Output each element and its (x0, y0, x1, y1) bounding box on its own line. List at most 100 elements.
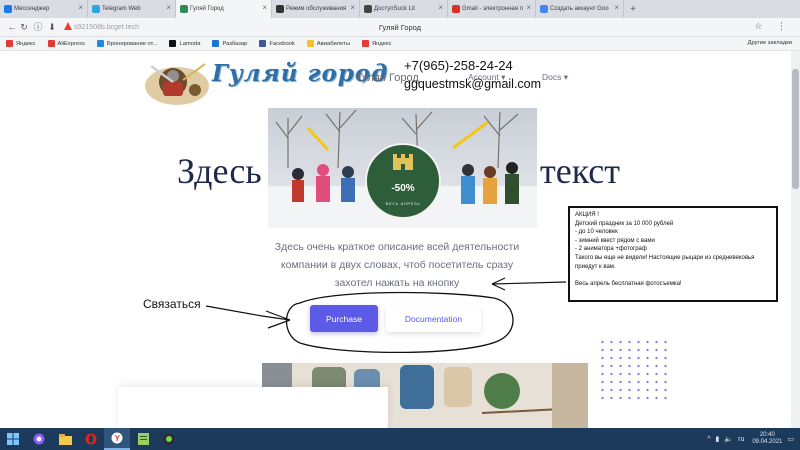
bookmark-favicon-icon (47, 40, 55, 47)
email-address: ggquestmsk@gmail.com (404, 77, 542, 91)
bookmark-favicon-icon (169, 40, 177, 47)
promo-line: Детский праздник за 10 000 рублей (575, 220, 674, 227)
tab-favicon-icon (364, 5, 372, 13)
notifications-icon[interactable]: ▭ (787, 435, 794, 443)
file-explorer-icon[interactable] (52, 428, 78, 450)
bookmark-label: Яндекс (16, 40, 36, 47)
tray-chevron-icon[interactable]: ^ (707, 436, 710, 443)
promo-line: Такого вы еще не видели! Настоящие рыцар… (575, 254, 755, 270)
bookmark-item[interactable]: Авиабилеты (306, 40, 350, 47)
tab-label: ДоступSuck Lit (374, 6, 415, 12)
purchase-button[interactable]: Purchase (310, 305, 378, 332)
bookmark-label: Яндекс (372, 40, 392, 47)
bookmark-label: AliExpress (57, 40, 85, 47)
promo-line: Весь апрель бесплатная фотосъемка! (575, 280, 682, 287)
new-tab-icon[interactable]: + (624, 0, 642, 18)
contact-annotation: Связаться (143, 297, 201, 311)
promo-box: АКЦИЯ ! Детский праздник за 10 000 рубле… (568, 206, 778, 302)
nav-docs[interactable]: Docs ▾ (542, 72, 568, 83)
windows-start-icon[interactable] (0, 428, 26, 450)
bookmark-label: Lamoda (179, 40, 201, 47)
address-bar: ← ↻ ⓘ ⬇ s921508b.bcget.tech Гуляй Город … (0, 18, 800, 37)
bookmark-item[interactable]: Facebook (259, 40, 295, 47)
bookmark-label: Разбазар (222, 40, 248, 47)
tab-label: Telegram Web (102, 6, 141, 12)
browser-tab[interactable]: Мессенджер × (0, 0, 88, 18)
browser-tab[interactable]: ДоступSuck Lit × (360, 0, 448, 18)
network-icon[interactable]: ▮ (716, 435, 720, 443)
bookmark-label: Facebook (269, 40, 295, 47)
tab-label: Режим обслуживания (286, 6, 347, 12)
opera-browser-icon[interactable] (78, 428, 104, 450)
bookmark-favicon-icon (96, 40, 104, 47)
language-indicator[interactable]: ru (738, 436, 744, 443)
yandex-browser-icon[interactable]: Y (104, 428, 130, 450)
discount-badge-subtitle: ВЕСЬ АПРЕЛЬ (385, 201, 421, 206)
promo-line (575, 271, 771, 280)
promo-line: - зимний квест рядом с вами (575, 237, 655, 244)
scrollbar-thumb[interactable] (792, 69, 799, 189)
hero-photo: -50% ВЕСЬ АПРЕЛЬ (268, 108, 537, 228)
browser-tab[interactable]: Режим обслуживания × (272, 0, 360, 18)
clock[interactable]: 20:40 09.04.2021 (752, 432, 782, 446)
bookmark-favicon-icon (362, 40, 369, 47)
browser-tab[interactable]: Создать аккаунт Goo × (536, 0, 624, 18)
tab-favicon-icon (180, 5, 188, 13)
other-bookmarks[interactable]: Другие закладки (748, 40, 792, 46)
tab-close-icon[interactable]: × (438, 3, 443, 12)
clock-time: 20:40 (759, 432, 775, 438)
bookmarks-bar: Яндекс AliExpress Бронирование от... Lamoda… (0, 37, 800, 51)
overlay-card (118, 387, 388, 431)
tab-label: Мессенджер (14, 6, 50, 12)
hero-description: Здесь очень краткое описание всей деятел… (274, 241, 520, 289)
hero-title-left: Здесь (177, 151, 262, 191)
tab-favicon-icon (4, 5, 12, 13)
bookmark-item[interactable]: Яндекс (6, 40, 36, 47)
tab-label: Gmail - электронная п (462, 6, 524, 12)
windows-taskbar: Y ^ ▮ 🔈 ru 20:40 09.04.2021 ▭ (0, 428, 800, 450)
svg-text:Y: Y (115, 434, 121, 443)
decorative-dot-grid (598, 338, 670, 400)
bookmark-item[interactable]: AliExpress (47, 40, 85, 47)
notepad-icon[interactable] (130, 428, 156, 450)
tab-label: Гуляй Город (190, 6, 224, 12)
tab-label: Создать аккаунт Goo (550, 6, 609, 12)
tab-favicon-icon (452, 5, 460, 13)
system-tray: ^ ▮ 🔈 ru 20:40 09.04.2021 ▭ (702, 428, 794, 450)
clock-date: 09.04.2021 (752, 439, 783, 445)
tab-favicon-icon (92, 5, 100, 13)
tab-close-icon[interactable]: × (526, 3, 531, 12)
browser-tab[interactable]: Telegram Web × (88, 0, 176, 18)
bookmark-favicon-icon (212, 40, 220, 47)
bookmark-label: Бронирование от... (106, 40, 158, 47)
page-scrollbar[interactable] (791, 51, 800, 428)
bookmark-favicon-icon (259, 40, 267, 47)
browser-tab[interactable]: Гуляй Город × (176, 0, 272, 18)
tab-close-icon[interactable]: × (614, 3, 619, 12)
promo-title: АКЦИЯ ! (575, 212, 599, 218)
volume-icon[interactable]: 🔈 (724, 435, 733, 443)
bookmark-item[interactable]: Яндекс (362, 40, 392, 47)
browser-menu-icons[interactable]: ☆ ⋮ (754, 21, 792, 32)
bookmark-favicon-icon (306, 40, 314, 47)
browser-tab-bar: Мессенджер × Telegram Web × Гуляй Город × Режи… (0, 0, 800, 18)
tab-close-icon[interactable]: × (78, 3, 83, 12)
phone-number: +7(965)-258-24-24 (404, 58, 513, 73)
bookmark-item[interactable]: Бронирование от... (96, 40, 158, 47)
alice-assistant-icon[interactable] (26, 428, 52, 450)
video-player-icon[interactable] (156, 428, 182, 450)
promo-line: - до 10 человек (575, 229, 618, 236)
promo-line: - 2 аниматора +фотограф (575, 246, 647, 253)
bookmark-item[interactable]: Разбазар (212, 40, 247, 47)
tab-close-icon[interactable]: × (350, 3, 355, 12)
tab-favicon-icon (540, 5, 548, 13)
contact-arrow-icon (205, 305, 291, 321)
tab-favicon-icon (276, 5, 284, 13)
documentation-button[interactable]: Documentation (386, 305, 481, 332)
browser-tab[interactable]: Gmail - электронная п × (448, 0, 536, 18)
bookmark-item[interactable]: Lamoda (169, 40, 200, 47)
tab-close-icon[interactable]: × (262, 3, 267, 12)
browser-page-title: Гуляй Город (378, 23, 422, 32)
knight-logo-icon[interactable] (143, 56, 211, 106)
tab-close-icon[interactable]: × (166, 3, 171, 12)
